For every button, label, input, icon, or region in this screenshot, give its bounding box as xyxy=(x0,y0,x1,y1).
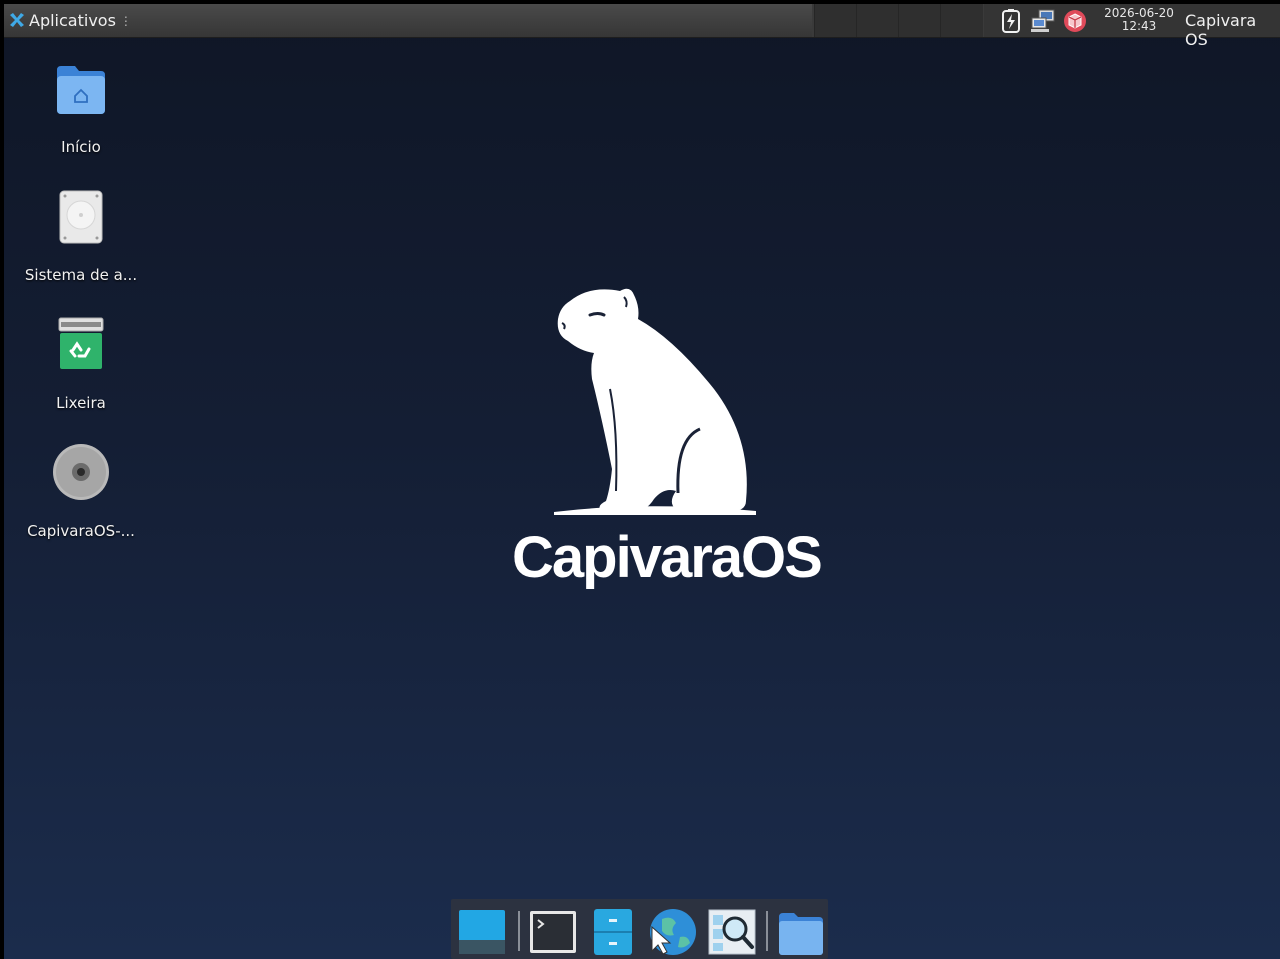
desktop-icon-label: Início xyxy=(61,138,101,156)
user-menu[interactable]: Capivara OS xyxy=(1185,11,1280,49)
optical-disc-icon xyxy=(53,444,109,500)
desktop-icon-label: Sistema de a... xyxy=(24,266,138,284)
dock-separator xyxy=(766,911,768,951)
network-icon[interactable] xyxy=(1030,8,1056,34)
clock-time: 12:43 xyxy=(1121,19,1157,33)
desktop-icon-label: Lixeira xyxy=(56,394,106,412)
desktop-icon-trash[interactable]: Lixeira xyxy=(16,316,146,412)
hard-drive-icon xyxy=(59,190,103,244)
brand-wordmark: CapivaraOS xyxy=(512,525,823,590)
dock-separator xyxy=(518,911,520,951)
desktop-screen: Aplicativos ⋮ 2026-06-20 12:43 Capivara … xyxy=(4,4,1280,959)
dock xyxy=(451,899,828,959)
workspace-3[interactable] xyxy=(898,4,941,37)
top-panel: Aplicativos ⋮ 2026-06-20 12:43 Capivara … xyxy=(4,4,1280,49)
desktop-icon-filesystem[interactable]: Sistema de a... xyxy=(16,188,146,284)
xfce-logo-icon xyxy=(10,12,24,27)
battery-charging-icon[interactable] xyxy=(998,8,1024,34)
home-folder-icon xyxy=(57,66,105,114)
show-desktop-icon[interactable] xyxy=(457,907,507,957)
applications-menu-label: Aplicativos xyxy=(29,11,116,30)
workspace-2[interactable] xyxy=(856,4,899,37)
desktop-icon-label: CapivaraOS-... xyxy=(27,522,135,540)
trash-icon xyxy=(58,317,104,369)
folder-icon[interactable] xyxy=(776,907,826,957)
workspace-1[interactable] xyxy=(814,4,857,37)
web-browser-icon[interactable] xyxy=(646,907,696,957)
desktop-icon-home[interactable]: Início xyxy=(16,60,146,156)
panel-grip-icon[interactable]: ⋮ xyxy=(120,14,132,28)
clock[interactable]: 2026-06-20 12:43 xyxy=(1102,7,1176,33)
package-icon[interactable] xyxy=(1062,8,1088,34)
capybara-logo-icon xyxy=(554,288,756,515)
terminal-icon[interactable] xyxy=(528,907,578,957)
workspace-4[interactable] xyxy=(940,4,983,37)
file-cabinet-icon[interactable] xyxy=(588,907,638,957)
applications-menu-button[interactable]: Aplicativos ⋮ xyxy=(4,4,812,37)
desktop-icon-disc[interactable]: CapivaraOS-... xyxy=(16,444,146,540)
app-finder-icon[interactable] xyxy=(707,907,757,957)
